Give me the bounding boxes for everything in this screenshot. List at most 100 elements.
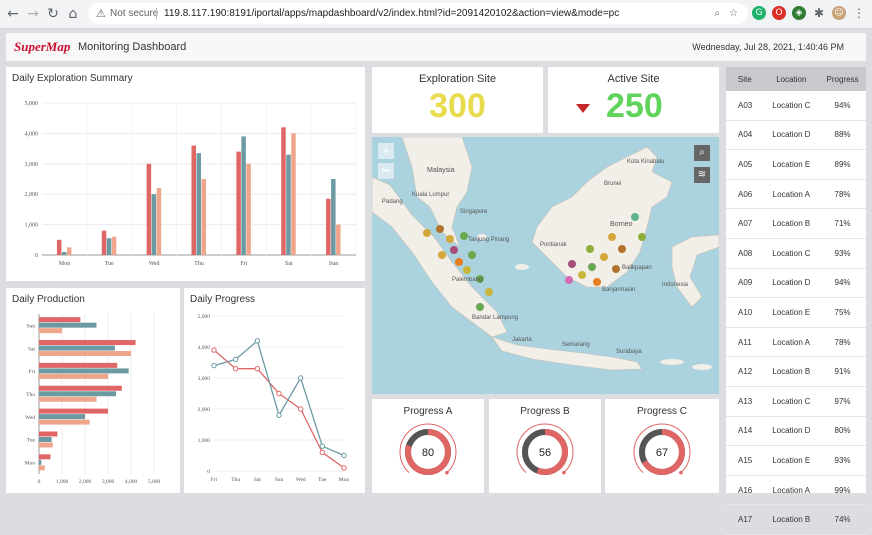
map-canvas[interactable] (372, 137, 719, 394)
table-cell: A10 (726, 297, 764, 328)
kpi-label: Exploration Site (418, 73, 497, 85)
bar (39, 351, 131, 357)
table-row[interactable]: A17 Location B 74% (726, 504, 866, 535)
table-row[interactable]: A08 Location C 93% (726, 238, 866, 269)
table-row[interactable]: A05 Location E 89% (726, 149, 866, 180)
table-row[interactable]: A09 Location D 94% (726, 268, 866, 299)
bar (39, 385, 122, 391)
table-cell: Location D (763, 416, 820, 447)
column-header[interactable]: Location (763, 67, 820, 91)
table-cell: 71% (819, 208, 866, 239)
gauge-value: 56 (539, 447, 551, 459)
bar (201, 179, 206, 255)
progress-line-chart: 0 1,000 2,000 3,000 4,000 5,000 Fri Thu Sat Sun We… (198, 314, 350, 483)
table-row[interactable]: A14 Location D 80% (726, 416, 866, 447)
table-cell: A16 (726, 475, 764, 506)
y-tick-label: 5,000 (25, 101, 39, 107)
bookmark-star-icon[interactable]: ☆ (729, 3, 738, 24)
menu-kebab-icon[interactable]: ⋮ (852, 6, 866, 20)
profile-avatar-icon[interactable]: ☺ (832, 6, 846, 20)
reload-icon[interactable]: ↻ (44, 5, 62, 23)
x-tick-label: Tue (318, 477, 327, 483)
page-title: Monitoring Dashboard (78, 41, 187, 53)
layers-icon[interactable]: ≋ (694, 167, 710, 183)
address-bar[interactable]: ⚠ Not secure 119.8.117.190:8191/iportal/… (88, 3, 748, 24)
table-cell: 75% (819, 297, 866, 328)
daily-production-panel: Daily Production 0 1,000 2,000 3,000 4,000 5,… (6, 288, 180, 493)
table-cell: A06 (726, 179, 764, 210)
table-cell: 97% (819, 386, 866, 417)
arc-end-dot (562, 470, 566, 475)
table-row[interactable]: A04 Location D 88% (726, 120, 866, 151)
table-row[interactable]: A07 Location B 71% (726, 208, 866, 239)
y-tick-label: Sun (26, 323, 35, 329)
bar (281, 127, 286, 255)
table-cell: A17 (726, 504, 764, 535)
bar (39, 368, 129, 374)
data-point (319, 443, 326, 449)
x-tick-label: Wed (296, 477, 306, 483)
table-row[interactable]: A10 Location E 75% (726, 297, 866, 328)
bar (326, 198, 331, 255)
zoom-in-button[interactable]: + (378, 143, 394, 159)
table-row[interactable]: A15 Location E 93% (726, 445, 866, 476)
kpi-value: 250 (606, 87, 663, 125)
y-tick-label: Mon (25, 461, 36, 467)
map-label: Surabaya (616, 349, 642, 355)
table-row[interactable]: A03 Location C 94% (726, 91, 866, 121)
site-map[interactable]: Kuala Lumpur Malaysia Padang Singapore T… (372, 137, 719, 394)
x-tick-label: 5,000 (148, 479, 161, 485)
bar (39, 454, 51, 460)
home-icon[interactable]: ⌂ (64, 5, 82, 23)
table-cell: A09 (726, 268, 764, 299)
forward-arrow-icon[interactable]: → (24, 5, 42, 23)
map-search-icon[interactable]: ⌕ (694, 145, 710, 161)
column-header[interactable]: Progress (819, 67, 866, 91)
extension-shield-icon[interactable]: ◈ (792, 6, 806, 20)
table-cell: 80% (819, 416, 866, 447)
bar (39, 431, 58, 437)
table-cell: 94% (819, 91, 866, 121)
table-cell: A12 (726, 356, 764, 387)
zoom-icon[interactable]: ⌕ (714, 3, 720, 24)
site-progress-table: Site Location Progress A03 Location C 94% A04… (726, 67, 866, 535)
bar (196, 153, 201, 255)
table-row[interactable]: A11 Location A 78% (726, 327, 866, 358)
table-cell: 99% (819, 475, 866, 506)
kpi-value: 300 (429, 87, 486, 125)
y-tick-label: 3,000 (198, 376, 211, 382)
table-row[interactable]: A16 Location A 99% (726, 475, 866, 506)
back-arrow-icon[interactable]: ← (4, 5, 22, 23)
bar (39, 373, 108, 379)
map-attribution: Esri (382, 168, 391, 174)
extension-grammarly-icon[interactable]: G (752, 6, 766, 20)
datetime-display: Wednesday, Jul 28, 2021, 1:40:46 PM (692, 42, 844, 52)
bar (156, 188, 162, 255)
divider (156, 8, 157, 19)
table-row[interactable]: A12 Location B 91% (726, 356, 866, 387)
arc-end-dot (445, 470, 449, 475)
table-cell: Location A (763, 475, 820, 506)
extension-opera-icon[interactable]: O (772, 6, 786, 20)
kpi-label: Active Site (607, 73, 660, 85)
y-tick-label: 1,000 (198, 438, 211, 444)
data-point (211, 362, 217, 369)
map-label: Pontianak (540, 242, 567, 248)
progress-a-card: Progress A 80 (372, 399, 484, 493)
url-text[interactable]: 119.8.117.190:8191/iportal/apps/mapdashb… (164, 3, 619, 24)
extensions-puzzle-icon[interactable]: ✱ (812, 6, 826, 20)
map-label: Kota Kinabalu (627, 159, 665, 165)
column-header[interactable]: Site (726, 67, 764, 91)
table-cell: Location C (763, 238, 820, 269)
table-row[interactable]: A13 Location C 97% (726, 386, 866, 417)
bar (56, 239, 62, 255)
table-row[interactable]: A06 Location A 78% (726, 179, 866, 210)
bar (146, 163, 152, 255)
y-tick-label: 2,000 (25, 192, 39, 198)
bar (39, 362, 118, 368)
table-cell: Location C (763, 386, 820, 417)
data-point (341, 465, 347, 471)
data-point (254, 338, 261, 344)
map-label: Kuala Lumpur (412, 192, 450, 198)
gauge-value: 67 (656, 447, 668, 459)
